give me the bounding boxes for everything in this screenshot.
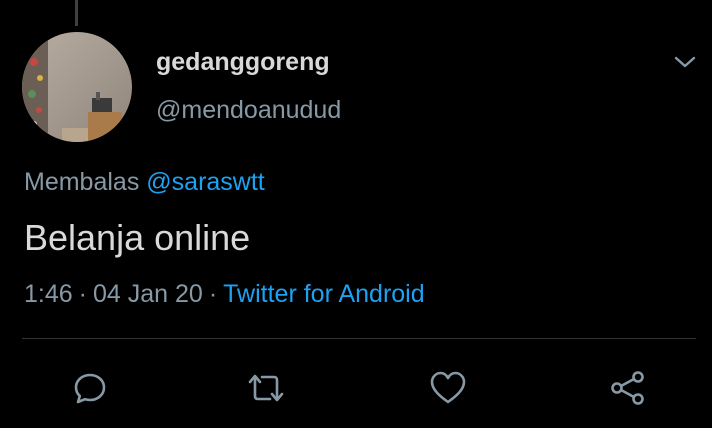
reply-prefix: Membalas <box>24 168 140 196</box>
reply-mention-link[interactable]: @saraswtt <box>146 168 264 196</box>
reply-icon <box>74 373 106 404</box>
tweet-meta: 1:46 · 04 Jan 20 · Twitter for Android <box>24 280 425 309</box>
avatar[interactable] <box>22 32 132 142</box>
retweet-button[interactable] <box>244 366 288 410</box>
reply-context: Membalas @saraswtt <box>24 168 265 197</box>
meta-separator: · <box>208 280 218 308</box>
share-button[interactable] <box>606 366 650 410</box>
thread-connector-line <box>75 0 78 26</box>
tweet-date: 04 Jan 20 <box>93 280 203 308</box>
divider <box>22 338 696 339</box>
chevron-down-icon <box>674 56 696 68</box>
like-icon <box>430 371 466 404</box>
meta-separator: · <box>78 280 87 308</box>
share-icon <box>611 371 644 405</box>
tweet-time: 1:46 <box>24 280 73 308</box>
reply-button[interactable] <box>68 366 112 410</box>
tweet-source-link[interactable]: Twitter for Android <box>223 280 424 308</box>
like-button[interactable] <box>426 366 470 410</box>
user-handle[interactable]: @mendoanudud <box>156 96 341 125</box>
display-name[interactable]: gedanggoreng <box>156 48 330 77</box>
tweet-text: Belanja online <box>24 217 251 258</box>
more-options-button[interactable] <box>670 50 700 74</box>
avatar-photo <box>22 32 132 142</box>
retweet-icon <box>248 374 284 402</box>
